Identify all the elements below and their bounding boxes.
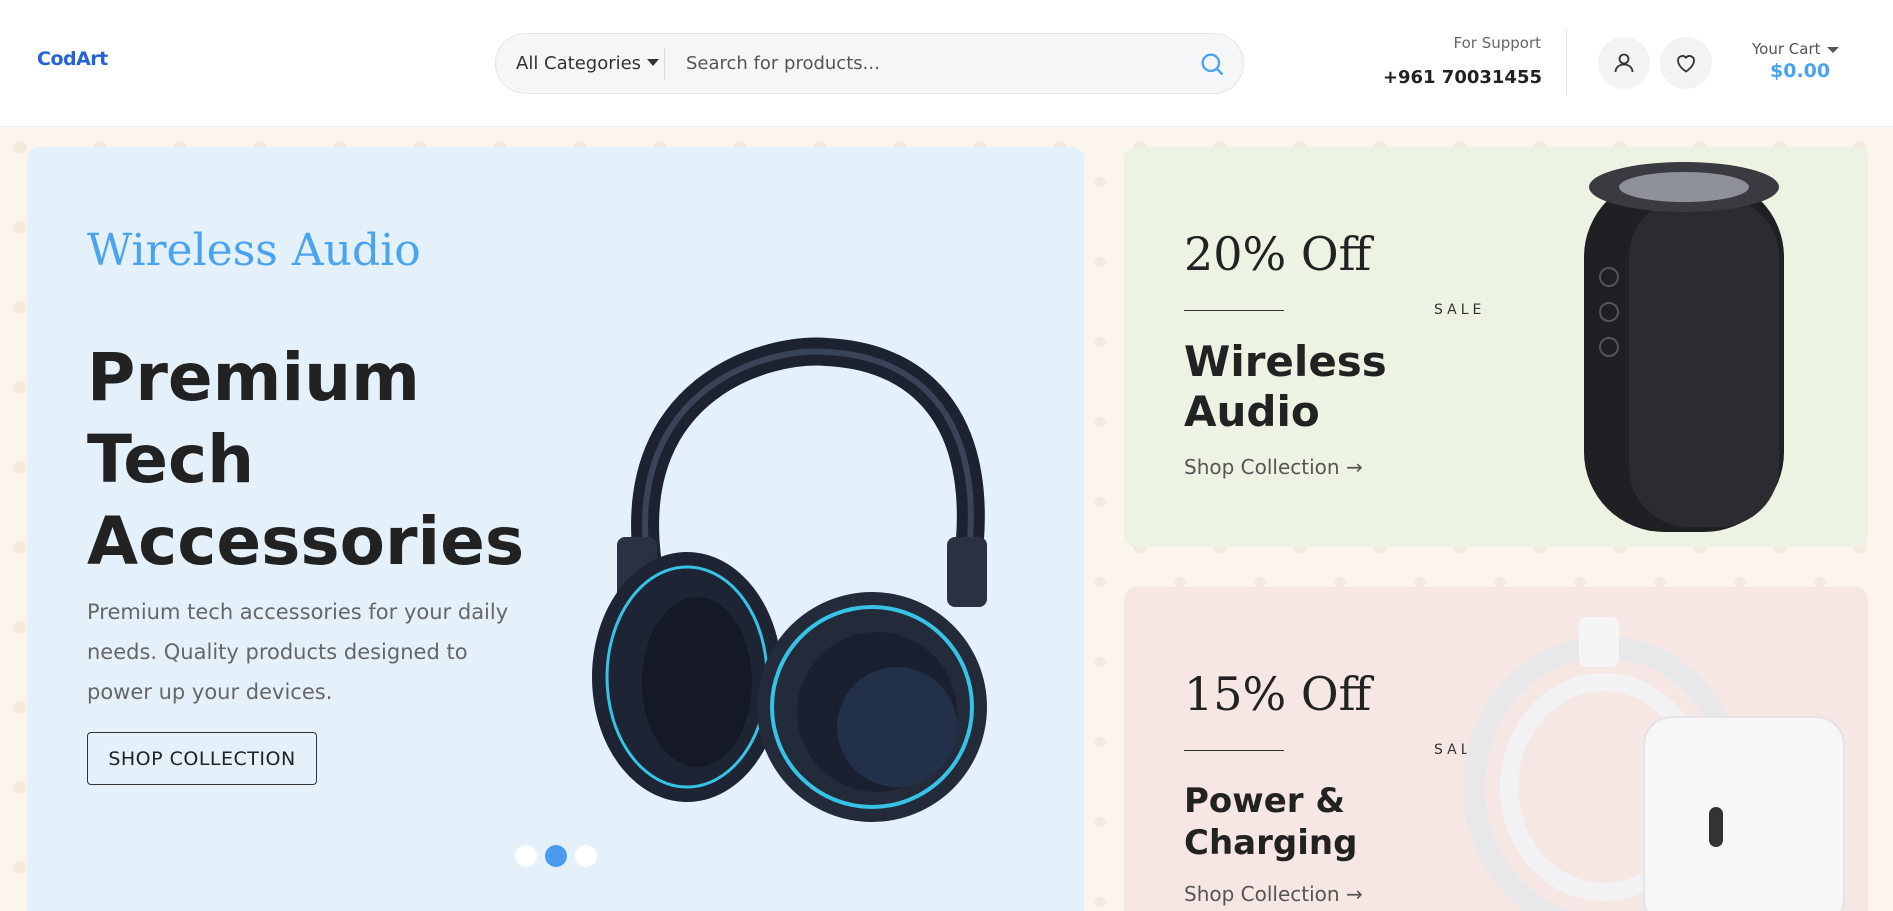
site-logo[interactable]: CodArt [37,48,108,70]
promo-sale-label: SALE [1434,302,1486,318]
cart-total: $0.00 [1770,60,1831,82]
caret-down-icon [647,58,660,66]
slider-dot-2[interactable] [545,845,567,867]
slider-dot-1[interactable] [515,845,537,867]
promo-discount: 15% Off [1184,667,1372,721]
support-phone[interactable]: +961 70031455 [1383,67,1542,88]
shop-collection-link[interactable]: Shop Collection → [1184,882,1363,906]
shop-collection-link[interactable]: Shop Collection → [1184,455,1363,479]
hero-description: Premium tech accessories for your daily … [87,600,509,704]
category-select[interactable]: All Categories [516,34,660,93]
promo-title: Wireless Audio [1184,337,1387,436]
promo-card-wireless-audio[interactable]: 20% Off SALE Wireless Audio Shop Collect… [1124,147,1868,547]
hero-title: Premium Tech Accessories [87,339,525,580]
slider-dots [515,845,597,867]
search-bar: All Categories [495,33,1244,94]
hero-subtitle: Wireless Audio [87,225,421,276]
site-header: CodArt All Categories For Support +961 7… [0,0,1893,127]
category-select-label: All Categories [516,53,642,74]
promo-divider [1184,310,1284,311]
promo-discount: 20% Off [1184,227,1372,281]
slider-dot-3[interactable] [575,845,597,867]
wishlist-button[interactable] [1660,37,1712,89]
promo-card-power-charging[interactable]: 15% Off SALE Power & Charging Shop Colle… [1124,587,1868,911]
user-icon [1614,53,1634,73]
shop-collection-button[interactable]: SHOP COLLECTION [87,732,317,785]
promo-divider [1184,750,1284,751]
hero-slider: Wireless Audio Premium Tech Accessories … [27,147,1084,911]
charger-image [1464,617,1845,911]
search-divider [664,48,665,80]
headphones-image [592,337,987,822]
header-divider [1566,29,1567,95]
cart-label: Your Cart [1752,40,1821,58]
heart-icon [1677,55,1695,73]
search-input[interactable] [686,34,1156,93]
promo-title: Power & Charging [1184,781,1358,863]
support-label: For Support [1453,34,1541,52]
account-button[interactable] [1598,37,1650,89]
search-icon[interactable] [1198,50,1226,78]
cart-button[interactable]: Your Cart $0.00 [1752,40,1839,82]
caret-down-icon [1826,46,1839,53]
speaker-image [1584,162,1784,532]
